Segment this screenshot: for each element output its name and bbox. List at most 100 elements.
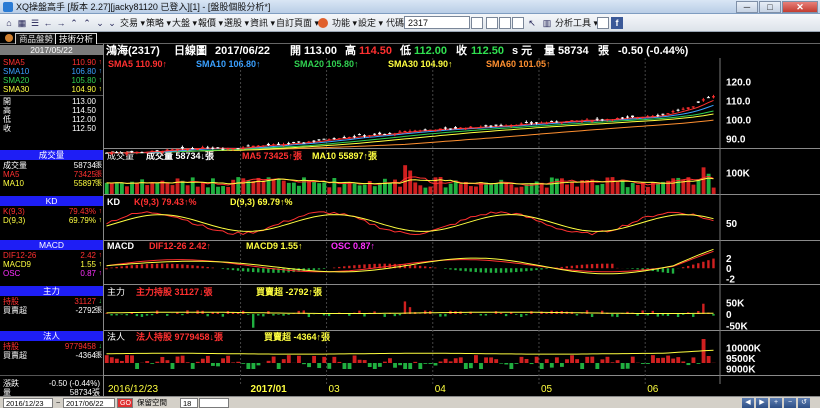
menu-select[interactable]: 選股 ▾ [224, 16, 249, 30]
scroll-left-icon[interactable]: ◀ [742, 398, 754, 408]
close-button[interactable]: ✕ [782, 1, 818, 13]
sidebar-row: 成交量 58734 張 [0, 161, 103, 170]
volume-bar [625, 187, 630, 194]
down-icon[interactable]: ⌄ [94, 16, 106, 30]
menu-custom-page[interactable]: 自訂頁面 ▾ [276, 16, 319, 30]
zoom-out-icon[interactable]: − [784, 398, 796, 408]
osc-bar [358, 264, 361, 269]
ticker-icon[interactable]: ▥ [541, 16, 553, 30]
candle-body [509, 124, 513, 127]
price-tick-label: 120.0 [726, 77, 751, 88]
osc-bar [504, 268, 508, 273]
window-title: XQ操盤高手 [版本 2.27][jacky81120 已登入][1] - [盤… [16, 2, 271, 12]
volume-bar [357, 185, 362, 194]
institutional-value: 9779458 [64, 342, 96, 351]
reset-icon[interactable]: ↺ [798, 398, 810, 408]
reserve-space-input[interactable]: 18 [180, 398, 198, 408]
candle-body [651, 115, 655, 118]
stock-chart[interactable]: 120.0110.0100.090.0100K5020-250K0-50K100… [104, 44, 820, 396]
volume-bar [544, 187, 549, 194]
app-window: { "window": { "title": "XQ操盤高手 [版本 2.27]… [0, 0, 820, 408]
tab-quote[interactable]: 商品盤勢 [15, 33, 58, 44]
candle-body [565, 120, 569, 123]
price-label: 高 [3, 106, 11, 115]
osc-bar [570, 265, 574, 269]
institutional-bar [216, 363, 220, 367]
settings-icon[interactable] [597, 17, 609, 29]
candle-body [332, 138, 336, 140]
institutional-bar [398, 363, 403, 366]
zoom-slider[interactable] [199, 398, 229, 408]
institutional-bar [286, 355, 291, 363]
institutional-bar [231, 362, 236, 363]
menu-strategy[interactable]: 策略 ▾ [146, 16, 171, 30]
volume-bar [296, 185, 301, 194]
candle-body [585, 119, 589, 121]
osc-bar [479, 268, 483, 273]
zoom-in-icon[interactable]: + [770, 398, 782, 408]
institutional-bar [448, 361, 453, 363]
candle-body [297, 141, 301, 143]
main-force-bar [287, 314, 290, 315]
osc-bar [525, 268, 528, 272]
menu-function[interactable]: 功能 ▾ [332, 16, 357, 30]
volume-bar [408, 170, 413, 194]
volume-tick-label: 100K [726, 169, 751, 180]
candle-body [686, 107, 690, 109]
volume-bar [413, 182, 418, 194]
main-force-bar [125, 314, 128, 316]
osc-bar [707, 260, 710, 269]
institutional-bar [185, 362, 190, 363]
go-button[interactable]: GO [117, 398, 133, 408]
home-icon[interactable]: ⌂ [3, 16, 15, 30]
institutional-bar [388, 358, 392, 363]
analysis-tool-menu[interactable]: 分析工具 ▾ [555, 16, 598, 30]
dropdown-icon[interactable] [471, 17, 483, 29]
institutional-bar [195, 361, 200, 363]
record-icon[interactable] [318, 18, 328, 28]
menu-info[interactable]: 資訊 ▾ [250, 16, 275, 30]
institutional-bar [615, 360, 620, 363]
up-double-icon[interactable]: ⌃ [81, 16, 93, 30]
code-input[interactable]: 2317 [404, 16, 470, 29]
tab-technical[interactable]: 技術分析 [55, 33, 98, 44]
candle-body [206, 147, 210, 149]
maximize-button[interactable]: □ [759, 1, 781, 13]
candle-body [191, 148, 195, 150]
date-to-field[interactable]: 2017/06/22 [63, 398, 115, 408]
main-force-bar [181, 314, 184, 316]
menu-market[interactable]: 大盤 ▾ [172, 16, 197, 30]
minimize-button[interactable]: ─ [736, 1, 758, 13]
institutional-bar [620, 363, 625, 369]
osc-bar [353, 265, 356, 269]
volume-bar [600, 183, 605, 194]
main-force-bar [611, 314, 614, 317]
facebook-icon[interactable]: f [611, 17, 623, 29]
monitor-icon[interactable] [486, 17, 498, 29]
back-icon[interactable]: ← [42, 16, 54, 30]
institutional-bar [296, 355, 301, 363]
k-chart-icon[interactable] [499, 17, 511, 29]
up-icon[interactable]: ⌃ [68, 16, 80, 30]
down-double-icon[interactable]: ⌄ [106, 16, 118, 30]
x-tick-label: 03 [329, 384, 341, 395]
osc-bar [666, 268, 670, 273]
candle-body [368, 135, 372, 137]
scroll-right-icon[interactable]: ▶ [756, 398, 768, 408]
cursor-icon[interactable]: ↖ [526, 16, 538, 30]
candle-body [201, 147, 205, 149]
menu-report[interactable]: 報價 ▾ [198, 16, 223, 30]
menu-settings[interactable]: 設定 ▾ [358, 16, 383, 30]
sidebar-row: 低 112.00 [0, 115, 103, 124]
forward-icon[interactable]: → [55, 16, 67, 30]
institutional-bar [362, 360, 367, 363]
candle-body [575, 120, 579, 122]
menu-trade[interactable]: 交易 ▾ [120, 16, 145, 30]
date-from-field[interactable]: 2016/12/23 [3, 398, 53, 408]
institutional-bar [539, 363, 544, 369]
window-icon[interactable] [512, 17, 524, 29]
list-icon[interactable]: ☰ [29, 16, 41, 30]
main-force-bar [272, 314, 275, 316]
candle-body [469, 126, 473, 128]
chart-icon[interactable]: ▦ [16, 16, 28, 30]
